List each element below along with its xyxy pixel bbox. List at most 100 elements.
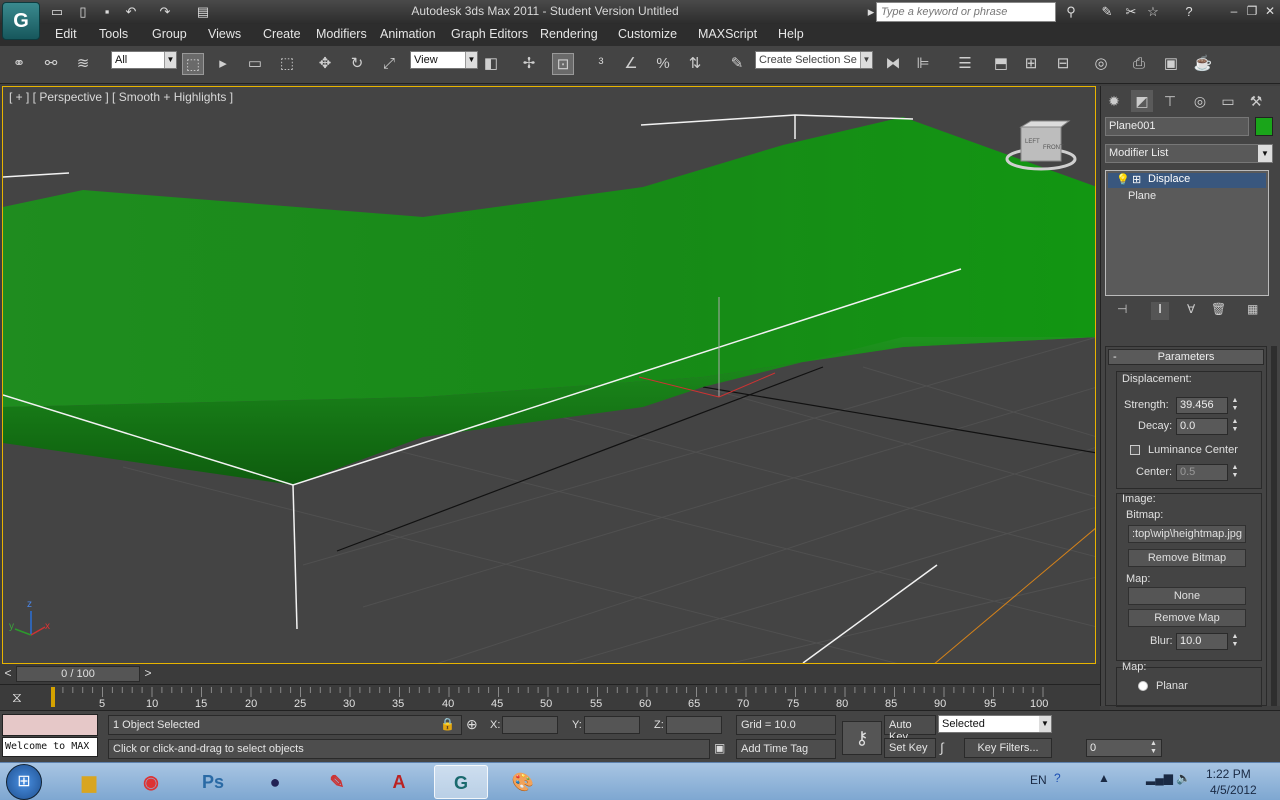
strength-spin-arrows[interactable]: ▲ ▼ [1230,397,1240,414]
set-key-button[interactable]: Set Key [884,738,936,758]
remove-bitmap-button[interactable]: Remove Bitmap [1128,549,1246,567]
modifier-list-dropdown[interactable]: Modifier List ▼ [1105,144,1273,163]
create-tab-icon[interactable]: ✹ [1103,90,1125,112]
render-setup-icon[interactable]: ⎙ [1128,53,1150,75]
search-input[interactable]: Type a keyword or phrase [876,2,1056,22]
paint-icon[interactable]: 🎨 [496,765,550,799]
clock-date[interactable]: 4/5/2012 [1210,783,1257,797]
select-and-rotate-icon[interactable]: ↻ [346,53,368,75]
make-unique-icon[interactable]: ∀ [1187,302,1195,316]
add-time-tag-button[interactable]: Add Time Tag [736,739,836,759]
bind-space-warp-icon[interactable]: ≋ [72,53,94,75]
use-pivot-point-icon[interactable]: ◧ [480,53,502,75]
edit-named-selection-icon[interactable]: ✎ [726,53,748,75]
window-crossing-icon[interactable]: ⬚ [276,53,298,75]
panel-scrollbar[interactable] [1271,346,1277,706]
center-spinner[interactable]: 0.5 [1176,464,1228,481]
align-icon[interactable]: ⊫ [912,53,934,75]
time-slider-thumb[interactable]: 0 / 100 [16,666,140,682]
show-hidden-icons[interactable]: ▲ [1098,771,1110,785]
menu-create[interactable]: Create [263,27,301,41]
clock-time[interactable]: 1:22 PM [1206,767,1251,781]
x-coordinate-field[interactable] [502,716,558,734]
object-color-swatch[interactable] [1255,117,1273,136]
maxscript-listener-bottom[interactable]: Welcome to MAX [2,737,98,757]
remove-map-button[interactable]: Remove Map [1128,609,1246,627]
key-filters-button[interactable]: Key Filters... [964,738,1052,758]
utilities-tab-icon[interactable]: ⚒ [1245,90,1267,112]
render-production-icon[interactable]: ☕ [1192,53,1214,75]
set-key-mode-icon[interactable]: ⚷ [842,721,882,755]
viewcube-face-left[interactable]: LEFT [1025,139,1040,145]
object-name-field[interactable]: Plane001 [1105,117,1249,136]
percent-snap-icon[interactable]: % [652,53,674,75]
track-bar[interactable]: ⧖ 5 10 15 20 25 30 35 40 45 50 55 60 65 … [0,684,1100,710]
lock-selection-icon[interactable]: 🔒 [440,717,455,731]
expand-plus-icon[interactable]: ⊞ [1132,173,1141,186]
time-tag-icon[interactable]: ▣ [714,741,725,755]
menu-animation[interactable]: Animation [380,27,436,41]
app-menu-button[interactable]: G [2,2,40,40]
strength-spinner[interactable]: 39.456 [1176,397,1228,414]
decay-spin-arrows[interactable]: ▲ ▼ [1230,418,1240,435]
configure-sets-icon[interactable]: ▦ [1247,302,1258,316]
photoshop-icon[interactable]: Ps [186,765,240,799]
language-indicator[interactable]: EN [1030,773,1047,787]
spinner-snap-icon[interactable]: ⇅ [684,53,706,75]
snaps-toggle-icon[interactable]: ³ [590,53,612,75]
z-coordinate-field[interactable] [666,716,722,734]
sketchbook-icon[interactable]: ✎ [310,765,364,799]
volume-icon[interactable]: 🔈 [1176,771,1191,785]
favorites-star-icon[interactable]: ☆ [1144,3,1162,21]
minimize-icon[interactable]: – [1226,3,1242,19]
blur-spinner[interactable]: 10.0 [1176,633,1228,650]
stack-item-plane[interactable]: Plane [1128,190,1156,202]
menu-modifiers[interactable]: Modifiers [316,27,367,41]
auto-key-button[interactable]: Auto Key [884,715,936,743]
schematic-view-icon[interactable]: ⊟ [1052,53,1074,75]
curve-editor-icon[interactable]: ⊞ [1020,53,1042,75]
subscription-icon[interactable]: ✎ [1098,3,1116,21]
3dsmax-icon[interactable]: G [434,765,488,799]
rendered-frame-window-icon[interactable]: ▣ [1160,53,1182,75]
time-slider-track[interactable]: < 0 / 100 > [0,664,1100,684]
binoculars-icon[interactable]: ⚲ [1062,3,1080,21]
mirror-icon[interactable]: ⧓ [882,53,904,75]
next-frame-button[interactable]: > [140,666,156,682]
menu-customize[interactable]: Customize [618,27,677,41]
modify-tab-icon[interactable]: ◩ [1131,90,1153,112]
material-editor-icon[interactable]: ◎ [1090,53,1112,75]
viewport-label[interactable]: [ + ] [ Perspective ] [ Smooth + Highlig… [9,90,233,104]
autocad-icon[interactable]: A [372,765,426,799]
menu-maxscript[interactable]: MAXScript [698,27,757,41]
select-and-link-icon[interactable]: ⚭ [8,53,30,75]
select-object-icon[interactable]: ⬚ [182,53,204,75]
start-button[interactable]: ⊞ [6,764,42,800]
menu-help[interactable]: Help [778,27,804,41]
select-and-scale-icon[interactable]: ⤢ [378,53,400,75]
select-manipulate-icon[interactable]: ✢ [518,53,540,75]
selection-filter-dropdown[interactable]: All ▼ [111,51,177,69]
key-filter-icon[interactable]: ∫ [940,740,944,755]
rollout-header[interactable]: - Parameters [1108,349,1264,365]
google-earth-icon[interactable]: ● [248,765,302,799]
pin-stack-icon[interactable]: ⊣ [1117,302,1127,316]
rectangular-selection-icon[interactable]: ▭ [244,53,266,75]
stack-item-displace[interactable]: 💡 ⊞ Displace [1108,173,1266,188]
menu-tools[interactable]: Tools [99,27,128,41]
angle-snap-icon[interactable]: ∠ [620,53,642,75]
restore-icon[interactable]: ❐ [1244,3,1260,19]
menu-group[interactable]: Group [152,27,187,41]
map-button[interactable]: None [1128,587,1246,605]
help-icon[interactable]: ? [1180,3,1198,21]
select-by-name-icon[interactable]: ▸ [212,53,234,75]
viewcube-face-front[interactable]: FRONT [1043,145,1064,151]
absolute-mode-icon[interactable]: ⊕ [466,716,478,733]
communication-icon[interactable]: ✂ [1122,3,1140,21]
select-and-move-icon[interactable]: ✥ [314,53,336,75]
motion-tab-icon[interactable]: ◎ [1189,90,1211,112]
reference-coordinate-dropdown[interactable]: View ▼ [410,51,478,69]
unlink-icon[interactable]: ⚯ [40,53,62,75]
perspective-viewport[interactable]: [ + ] [ Perspective ] [ Smooth + Highlig… [2,86,1096,664]
layer-manager-icon[interactable]: ☰ [954,53,976,75]
